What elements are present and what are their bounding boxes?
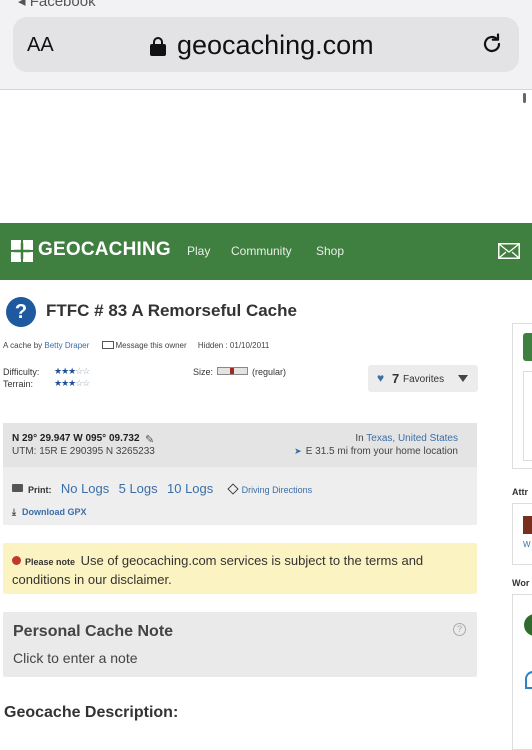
- world-heading: Wor: [512, 578, 530, 588]
- caret-down-icon: [458, 375, 468, 382]
- nav-shop[interactable]: Shop: [316, 244, 344, 258]
- terrain-stars: ★★★☆☆: [54, 378, 90, 388]
- badge-icon: [524, 614, 532, 636]
- print-10-logs-link[interactable]: 10 Logs: [167, 481, 213, 496]
- attributes-heading: Attr: [512, 487, 528, 497]
- download-gpx-link[interactable]: Download GPX: [22, 507, 87, 517]
- byline-prefix: A cache by: [3, 341, 43, 350]
- direction-arrow-icon: ➤: [294, 446, 302, 456]
- browser-toolbar: ◂ Facebook AA geocaching.com: [0, 0, 532, 90]
- site-logo[interactable]: GEOCACHING: [38, 239, 171, 261]
- print-label: Print:: [28, 485, 52, 495]
- disclaimer-notice: Please note Use of geocaching.com servic…: [3, 543, 477, 594]
- reload-icon[interactable]: [479, 31, 505, 57]
- heart-icon: ♥: [377, 371, 385, 385]
- back-to-app-link[interactable]: ◂ Facebook: [18, 0, 96, 10]
- world-panel: [512, 594, 532, 750]
- page: ◂ Facebook AA geocaching.com GEOCACHING …: [0, 0, 532, 750]
- text-size-button[interactable]: AA: [27, 34, 54, 57]
- favorites-button[interactable]: ♥ 7 Favorites: [368, 365, 478, 392]
- attribute-icon: [523, 516, 532, 534]
- coordinates: N 29° 29.947 W 095° 09.732: [12, 433, 140, 444]
- lock-icon: [150, 37, 166, 56]
- message-owner-link[interactable]: Message this owner: [116, 341, 187, 350]
- owner-link[interactable]: Betty Draper: [44, 341, 89, 350]
- scroll-indicator: [523, 93, 526, 103]
- cache-title: FTFC # 83 A Remorseful Cache: [46, 301, 297, 320]
- description-heading: Geocache Description:: [4, 704, 179, 721]
- sidebar-panel: [512, 323, 532, 469]
- favorites-count: 7: [392, 371, 400, 386]
- printer-icon: [12, 484, 23, 492]
- country-link[interactable]: United States: [398, 433, 458, 444]
- download-gpx-row[interactable]: ⤓ Download GPX: [12, 507, 87, 518]
- print-5-logs-link[interactable]: 5 Logs: [119, 481, 158, 496]
- size-icon: [217, 367, 248, 375]
- personal-cache-note[interactable]: Personal Cache Note Click to enter a not…: [3, 612, 477, 677]
- size-text: (regular): [252, 367, 287, 377]
- location-text: In Texas, United States: [355, 433, 458, 444]
- cache-byline: A cache by Betty Draper Message this own…: [3, 341, 269, 350]
- mail-icon[interactable]: [498, 243, 520, 259]
- attributes-link[interactable]: W: [523, 540, 531, 549]
- utm-coordinates: UTM: 15R E 290395 N 3265233: [12, 446, 155, 457]
- alert-icon: [12, 556, 21, 565]
- pencil-icon[interactable]: ✎: [145, 433, 154, 446]
- favorites-label: Favorites: [403, 374, 445, 385]
- site-header: GEOCACHING Play Community Shop: [0, 223, 532, 280]
- url-domain[interactable]: geocaching.com: [177, 30, 374, 61]
- address-bar[interactable]: AA geocaching.com: [13, 17, 519, 72]
- directions-icon: [226, 483, 239, 495]
- map-icon: [525, 671, 532, 689]
- driving-directions-link[interactable]: Driving Directions: [242, 485, 313, 495]
- envelope-icon: [101, 341, 114, 349]
- state-link[interactable]: Texas: [366, 433, 392, 444]
- size-label: Size:: [193, 367, 214, 377]
- geocaching-logo-icon[interactable]: [11, 240, 33, 262]
- personal-note-input[interactable]: Click to enter a note: [13, 650, 138, 666]
- personal-note-title: Personal Cache Note: [13, 623, 174, 640]
- terrain-label: Terrain:: [3, 379, 34, 389]
- notice-prefix: Please note: [25, 557, 76, 567]
- print-row: Print: No Logs 5 Logs 10 Logs Driving Di…: [12, 481, 312, 496]
- attributes-panel: W: [512, 503, 532, 565]
- sidebar-action-button[interactable]: [523, 333, 532, 361]
- nav-community[interactable]: Community: [231, 244, 292, 258]
- cache-type-icon: ?: [6, 297, 36, 327]
- download-icon: ⤓: [12, 507, 16, 517]
- difficulty-stars: ★★★☆☆: [54, 366, 90, 376]
- help-icon[interactable]: ?: [453, 623, 466, 636]
- distance-text: ➤ E 31.5 mi from your home location: [294, 446, 458, 457]
- difficulty-label: Difficulty:: [3, 367, 40, 377]
- coordinates-panel: N 29° 29.947 W 095° 09.732 ✎ UTM: 15R E …: [3, 423, 477, 525]
- nav-play[interactable]: Play: [187, 244, 210, 258]
- print-no-logs-link[interactable]: No Logs: [61, 481, 109, 496]
- hidden-date: Hidden : 01/10/2011: [197, 341, 270, 350]
